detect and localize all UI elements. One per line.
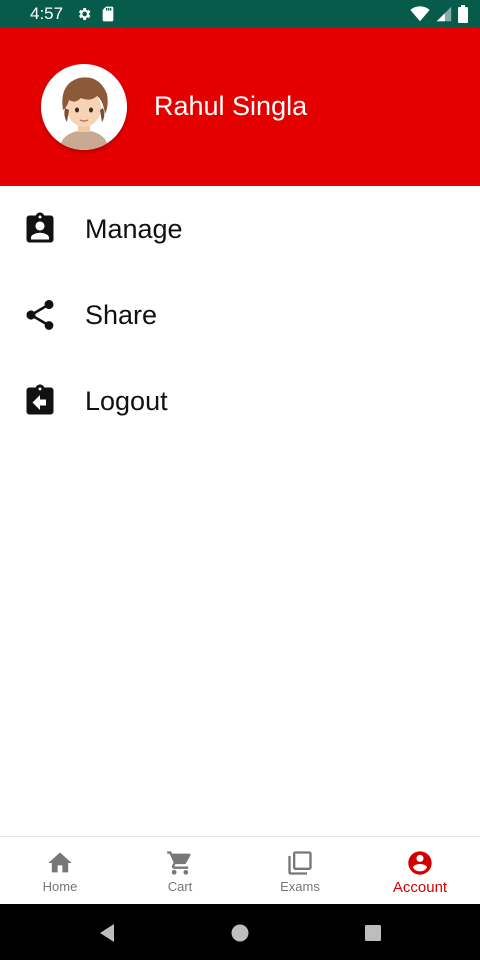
menu-item-logout[interactable]: Logout [0, 358, 480, 444]
nav-label-cart: Cart [167, 879, 193, 894]
menu-item-label: Share [85, 299, 158, 330]
home-icon [48, 852, 72, 873]
bottom-nav: Home Cart Exams Account [0, 836, 480, 904]
gear-icon [79, 8, 91, 20]
menu-item-share[interactable]: Share [0, 272, 480, 358]
system-nav-bar [0, 904, 480, 960]
profile-header: Rahul Singla [0, 28, 480, 186]
menu-item-label: Manage [85, 213, 183, 244]
wifi-icon [410, 6, 430, 22]
home-circle-icon[interactable] [229, 922, 251, 944]
back-icon[interactable] [96, 922, 118, 944]
recents-icon[interactable] [362, 922, 384, 944]
nav-item-cart[interactable]: Cart [120, 837, 240, 904]
nav-label-account: Account [392, 879, 448, 896]
avatar[interactable] [41, 64, 127, 150]
nav-item-exams[interactable]: Exams [240, 837, 360, 904]
account-menu: Manage Share Logout [0, 186, 480, 444]
account-circle-icon [408, 851, 432, 875]
avatar-image [41, 64, 127, 150]
status-bar: 4:57 [0, 0, 480, 28]
battery-icon [458, 5, 468, 23]
signal-icon [436, 6, 452, 22]
assignment-return-icon [26, 384, 54, 415]
assignment-ind-icon [26, 212, 54, 243]
share-icon [26, 299, 54, 330]
library-icon [288, 851, 312, 875]
menu-item-label: Logout [85, 385, 168, 416]
nav-label-home: Home [42, 879, 78, 894]
menu-item-manage[interactable]: Manage [0, 186, 480, 272]
status-time: 4:57 [30, 4, 64, 23]
profile-name: Rahul Singla [154, 91, 308, 121]
nav-item-account[interactable]: Account [360, 837, 480, 904]
nav-label-exams: Exams [280, 879, 320, 894]
account-screen: 4:57 Rahul Singla Manage Share Logout Ho… [0, 0, 480, 960]
nav-item-home[interactable]: Home [0, 837, 120, 904]
cart-icon [167, 851, 191, 875]
sd-card-icon [102, 6, 114, 22]
